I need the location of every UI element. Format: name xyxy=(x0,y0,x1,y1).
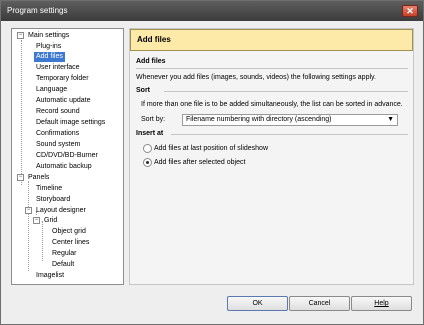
tree-item-record-sound[interactable]: Record sound xyxy=(34,107,82,117)
ok-button[interactable]: OK xyxy=(227,296,288,311)
title-bar[interactable]: Program settings ✕ xyxy=(1,1,423,21)
tree-item-language[interactable]: Language xyxy=(34,85,69,95)
tree-item-default[interactable]: Default xyxy=(50,260,76,270)
settings-tree[interactable]: − Main settings Plug-ins Add files User … xyxy=(11,28,124,285)
section-title-insert-at: Insert at xyxy=(136,130,164,137)
radio-after-selected-label[interactable]: Add files after selected object xyxy=(154,159,245,166)
tree-item-regular[interactable]: Regular xyxy=(50,249,79,259)
tree-item-main-settings[interactable]: Main settings xyxy=(26,31,71,41)
tree-line xyxy=(21,40,22,174)
tree-item-add-files[interactable]: Add files xyxy=(34,52,65,62)
tree-line xyxy=(28,181,29,271)
collapse-main-settings-toggle[interactable]: − xyxy=(17,32,24,39)
collapse-grid-toggle[interactable]: − xyxy=(33,217,40,224)
tree-item-panels[interactable]: Panels xyxy=(26,173,51,183)
panel-header-title: Add files xyxy=(137,35,171,44)
section-title-sort: Sort xyxy=(136,87,150,94)
sort-by-value: Filename numbering with directory (ascen… xyxy=(186,116,332,123)
radio-after-selected[interactable] xyxy=(143,158,152,167)
divider xyxy=(171,134,408,135)
settings-panel: Add files xyxy=(129,28,414,285)
divider xyxy=(136,68,408,69)
chevron-down-icon: ▼ xyxy=(387,116,394,123)
panel-header: Add files xyxy=(130,29,413,51)
tree-item-cd-dvd-bd-burner[interactable]: CD/DVD/BD-Burner xyxy=(34,151,100,161)
tree-item-temporary-folder[interactable]: Temporary folder xyxy=(34,74,91,84)
cancel-button[interactable]: Cancel xyxy=(289,296,350,311)
radio-last-position[interactable] xyxy=(143,144,152,153)
tree-item-automatic-update[interactable]: Automatic update xyxy=(34,96,92,106)
window-title: Program settings xyxy=(7,6,68,15)
tree-item-layout-designer[interactable]: Layout designer xyxy=(34,206,88,216)
tree-item-imagelist[interactable]: Imagelist xyxy=(34,271,66,281)
tree-line xyxy=(42,221,43,261)
tree-item-center-lines[interactable]: Center lines xyxy=(50,238,91,248)
tree-item-plug-ins[interactable]: Plug-ins xyxy=(34,42,63,52)
add-files-description: Whenever you add files (images, sounds, … xyxy=(136,74,376,81)
tree-item-grid[interactable]: Grid xyxy=(42,216,59,226)
sort-by-select[interactable]: Filename numbering with directory (ascen… xyxy=(182,114,398,126)
tree-item-default-image-settings[interactable]: Default image settings xyxy=(34,118,107,128)
divider xyxy=(164,91,408,92)
close-button[interactable]: ✕ xyxy=(402,5,418,17)
radio-last-position-label[interactable]: Add files at last position of slideshow xyxy=(154,145,268,152)
sort-by-label: Sort by: xyxy=(141,116,166,123)
tree-item-storyboard[interactable]: Storyboard xyxy=(34,195,72,205)
collapse-panels-toggle[interactable]: − xyxy=(17,174,24,181)
tree-item-confirmations[interactable]: Confirmations xyxy=(34,129,81,139)
collapse-layout-designer-toggle[interactable]: − xyxy=(25,207,32,214)
close-icon: ✕ xyxy=(406,6,414,16)
tree-item-timeline[interactable]: Timeline xyxy=(34,184,64,194)
section-title-add-files: Add files xyxy=(136,58,166,65)
sort-description: If more than one file is to be added sim… xyxy=(141,101,403,108)
tree-item-sound-system[interactable]: Sound system xyxy=(34,140,82,150)
program-settings-window: Program settings ✕ − Main settings Plug-… xyxy=(0,0,424,325)
tree-item-object-grid[interactable]: Object grid xyxy=(50,227,88,237)
tree-item-user-interface[interactable]: User interface xyxy=(34,63,82,73)
help-button[interactable]: Help xyxy=(351,296,412,311)
tree-item-automatic-backup[interactable]: Automatic backup xyxy=(34,162,94,172)
